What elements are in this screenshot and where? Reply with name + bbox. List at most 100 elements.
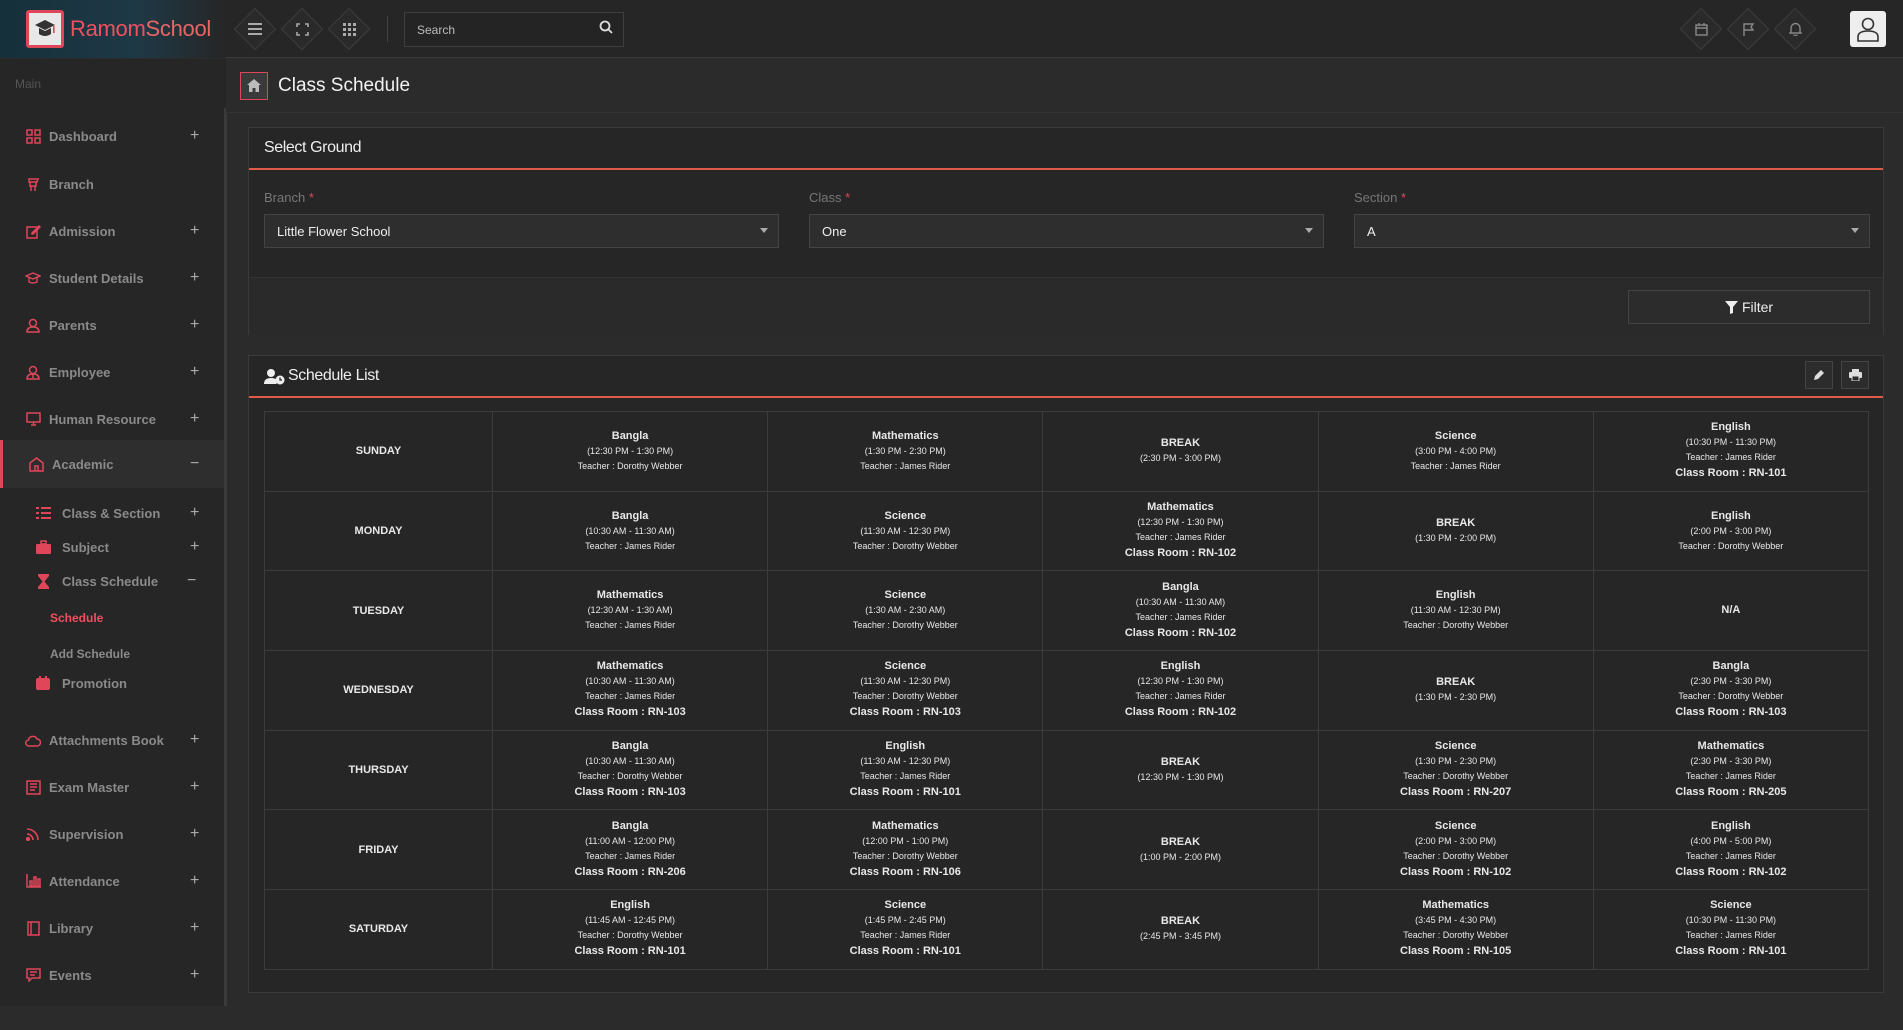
sidebar-item-admission[interactable]: Admission + [0, 209, 224, 253]
calendar-icon[interactable] [1690, 18, 1712, 40]
expand-icon[interactable]: + [190, 731, 199, 749]
schedule-cell: Bangla (10:30 AM - 11:30 AM) Teacher : Jam… [491, 490, 769, 572]
promotion-icon [34, 674, 52, 692]
expand-icon[interactable]: + [190, 269, 199, 287]
sidebar-item-academic[interactable]: Academic − [0, 440, 224, 488]
user-clock-icon [264, 368, 285, 384]
sidebar-item-class-section[interactable]: Class & Section + [0, 499, 224, 527]
expand-icon[interactable]: + [190, 127, 199, 145]
sidebar-item-add-schedule[interactable]: Add Schedule [50, 647, 130, 661]
print-button[interactable] [1841, 361, 1869, 389]
schedule-room: Class Room : RN-101 [574, 945, 686, 958]
sidebar-item-branch[interactable]: Branch [0, 162, 224, 206]
home-icon[interactable] [240, 71, 268, 100]
schedule-subject: Science [1434, 740, 1477, 753]
expand-icon[interactable]: + [190, 825, 199, 843]
flag-icon[interactable] [1737, 18, 1759, 40]
sidebar-item-parents[interactable]: Parents + [0, 303, 224, 347]
edit-schedule-button[interactable] [1805, 361, 1833, 389]
section-select[interactable]: A [1354, 214, 1870, 248]
expand-icon[interactable]: + [190, 316, 199, 334]
sidebar-item-dashboard[interactable]: Dashboard + [0, 114, 224, 158]
sidebar-item-subject[interactable]: Subject + [0, 533, 224, 561]
sidebar-scrollbar[interactable] [224, 108, 227, 1006]
sidebar-item-events[interactable]: Events + [0, 953, 224, 997]
sidebar-item-employee[interactable]: Employee + [0, 350, 224, 394]
sidebar-item-human-resource[interactable]: Human Resource + [0, 397, 224, 441]
sidebar-item-label: Admission [49, 223, 116, 239]
expand-icon[interactable]: + [190, 504, 199, 522]
schedule-cell: English (10:30 PM - 11:30 PM) Teacher : Ja… [1592, 411, 1870, 492]
sidebar-item-student-details[interactable]: Student Details + [0, 256, 224, 300]
brand-name: RamomSchool [70, 16, 211, 42]
day-cell: FRIDAY [264, 809, 493, 891]
branch-select-value: Little Flower School [277, 223, 391, 239]
edit-icon [24, 222, 42, 240]
bell-icon[interactable] [1784, 18, 1806, 40]
schedule-time: (10:30 PM - 11:30 PM) [1685, 437, 1777, 448]
expand-icon[interactable]: + [190, 222, 199, 240]
schedule-teacher: Teacher : Dorothy Webber [1678, 691, 1784, 702]
schedule-subject: English [1711, 819, 1751, 832]
schedule-teacher: Teacher : James Rider [585, 620, 676, 631]
day-cell: TUESDAY [264, 570, 493, 652]
branch-label-text: Branch [264, 190, 306, 205]
sidebar-item-class-schedule[interactable]: Class Schedule − [0, 567, 224, 595]
filter-button[interactable]: Filter [1628, 290, 1870, 324]
schedule-subject: N/A [1721, 604, 1741, 617]
expand-icon[interactable]: + [190, 538, 199, 556]
sidebar-item-attachments-book[interactable]: Attachments Book + [0, 718, 224, 762]
expand-icon[interactable]: + [190, 919, 199, 937]
schedule-time: (1:30 PM - 2:30 PM) [1415, 756, 1497, 767]
sidebar-item-exam-master[interactable]: Exam Master + [0, 765, 224, 809]
hamburger-menu-icon[interactable] [244, 18, 266, 40]
table-row: MONDAY Bangla (10:30 AM - 11:30 AM) Teacher… [264, 490, 1870, 572]
apps-grid-icon[interactable] [338, 18, 360, 40]
filter-button-label: Filter [1741, 299, 1774, 315]
sidebar-item-supervision[interactable]: Supervision + [0, 812, 224, 856]
expand-icon[interactable]: + [190, 410, 199, 428]
class-select[interactable]: One [809, 214, 1324, 248]
schedule-subject: BREAK [1160, 835, 1201, 848]
page-header: Class Schedule [226, 59, 1903, 113]
schedule-list-header: Schedule List [249, 356, 1883, 398]
schedule-subject: Science [1710, 899, 1752, 912]
sidebar-item-label: Attendance [49, 873, 120, 889]
expand-icon[interactable]: + [190, 872, 199, 890]
search-icon[interactable] [599, 20, 613, 39]
schedule-cell: English (11:30 AM - 12:30 PM) Teacher : Do… [1317, 570, 1594, 652]
sidebar-item-attendance[interactable]: Attendance + [0, 859, 224, 903]
schedule-teacher: Teacher : Dorothy Webber [1403, 850, 1509, 861]
schedule-room: Class Room : RN-101 [1675, 467, 1787, 480]
collapse-icon[interactable]: − [187, 572, 196, 590]
schedule-time: (11:30 AM - 12:30 PM) [860, 676, 951, 687]
sidebar-item-label: Subject [62, 539, 109, 555]
day-cell: MONDAY [264, 490, 493, 572]
expand-icon[interactable]: + [190, 363, 199, 381]
schedule-room: Class Room : RN-103 [574, 786, 686, 799]
sidebar-item-promotion[interactable]: Promotion [0, 669, 224, 697]
schedule-teacher: Teacher : James Rider [860, 771, 951, 782]
user-avatar[interactable] [1850, 11, 1886, 47]
schedule-cell: Science (11:30 AM - 12:30 PM) Teacher : Do… [767, 650, 1044, 731]
schedule-room: Class Room : RN-207 [1400, 786, 1512, 799]
sidebar-item-label: Exam Master [49, 779, 130, 795]
schedule-subject: Mathematics [1422, 899, 1489, 912]
fullscreen-icon[interactable] [291, 18, 313, 40]
schedule-table: SUNDAY Bangla (12:30 PM - 1:30 PM) Teacher … [264, 411, 1870, 970]
sidebar-item-library[interactable]: Library + [0, 906, 224, 950]
schedule-subject: BREAK [1160, 915, 1201, 928]
schedule-subject: Bangla [611, 740, 649, 753]
expand-icon[interactable]: + [190, 966, 199, 984]
sidebar-item-label: Student Details [49, 270, 144, 286]
sidebar-item-schedule[interactable]: Schedule [50, 611, 103, 625]
pencil-icon [1814, 370, 1824, 380]
expand-icon[interactable]: + [190, 778, 199, 796]
schedule-time: (10:30 AM - 11:30 AM) [585, 525, 675, 536]
collapse-icon[interactable]: − [190, 455, 199, 473]
schedule-subject: Bangla [611, 819, 649, 832]
branch-select[interactable]: Little Flower School [264, 214, 779, 248]
brand[interactable]: RamomSchool [0, 0, 226, 58]
schedule-subject: BREAK [1160, 756, 1201, 769]
search-input[interactable] [415, 21, 599, 38]
